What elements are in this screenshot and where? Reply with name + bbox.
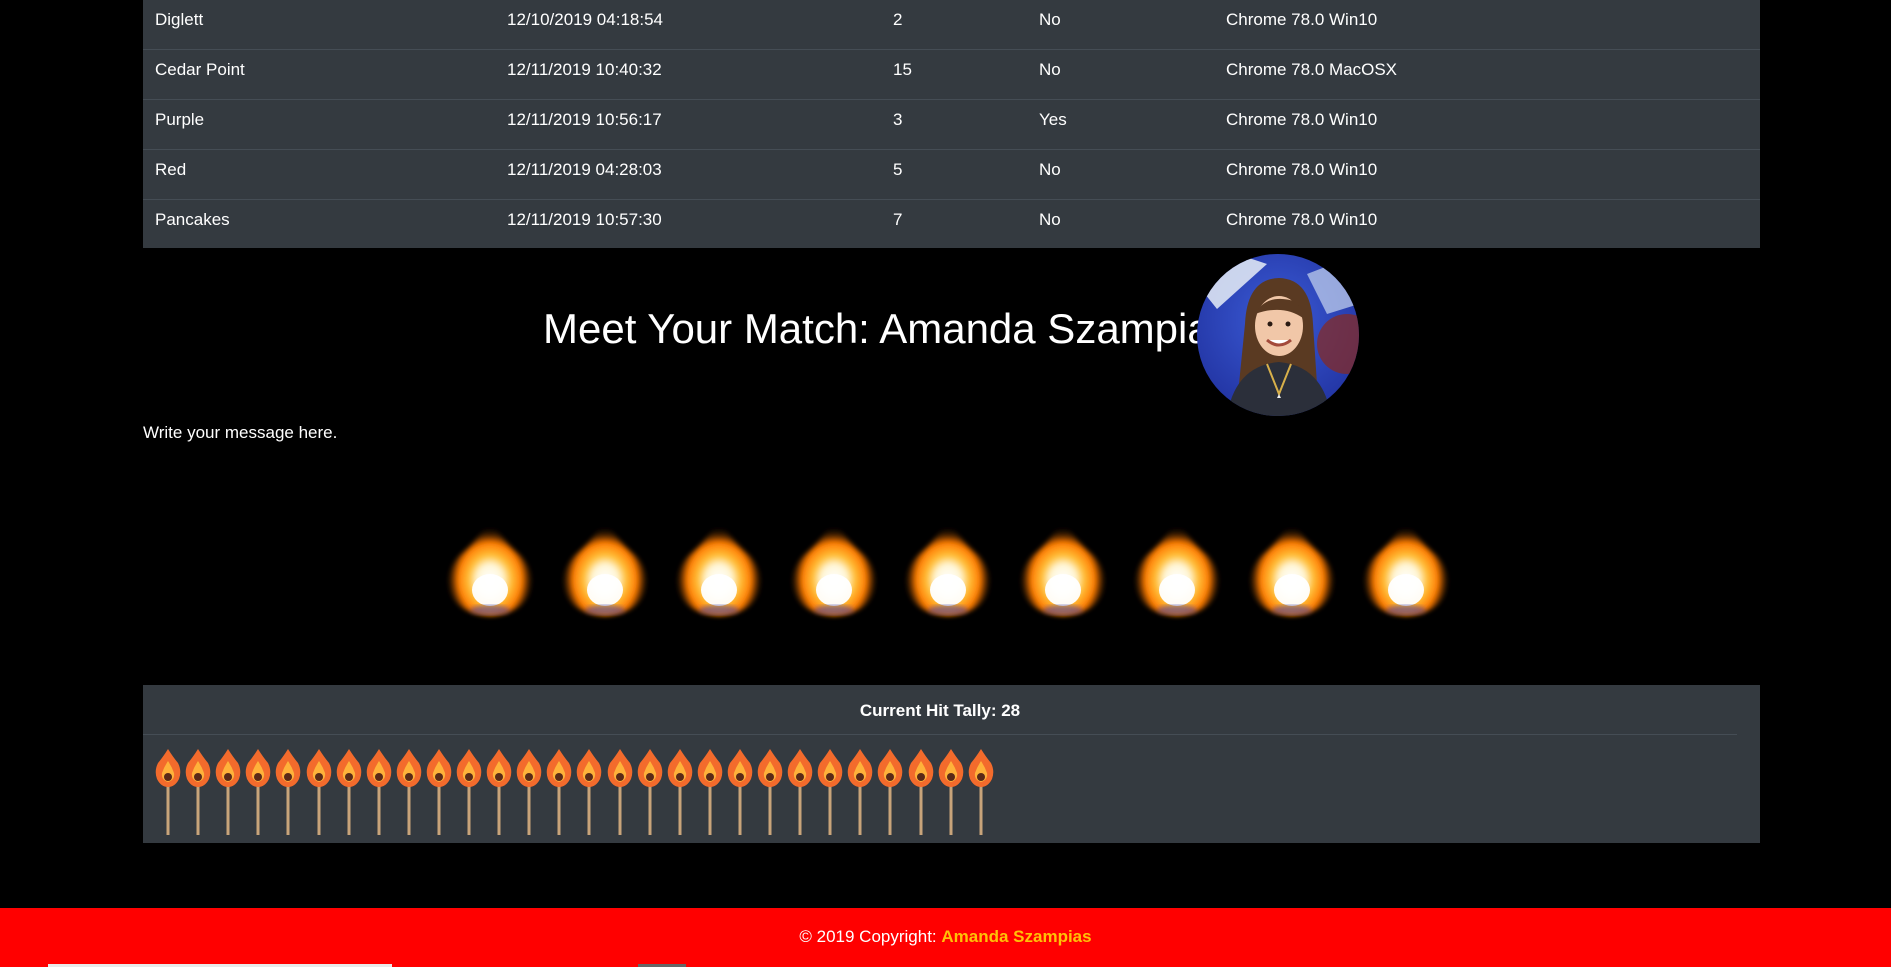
table-cell-flag: No (1039, 160, 1061, 179)
table-cell-browser: Chrome 78.0 MacOSX (1226, 60, 1398, 79)
match-stick-icon (364, 747, 394, 835)
match-stick-icon (936, 747, 966, 835)
table-cell-count: 15 (893, 60, 912, 79)
table-cell-count: 2 (893, 10, 903, 29)
match-stick-icon (665, 747, 695, 835)
table-cell-count: 7 (893, 210, 903, 229)
match-stick-icon (304, 747, 334, 835)
table-cell-count: 3 (893, 110, 903, 129)
table-cell-flag: Yes (1039, 110, 1067, 129)
table-cell-name: Purple (155, 110, 205, 129)
match-stick-icon (845, 747, 875, 835)
submissions-table: Diglett 12/10/2019 04:18:54 2 No Chrome 78.0… (143, 0, 1760, 248)
table-row: Diglett 12/10/2019 04:18:54 2 No Chrome 78.0… (143, 0, 1760, 50)
match-stick-icon (544, 747, 574, 835)
match-stick-icon (153, 747, 183, 835)
tally-panel: Current Hit Tally: 28 (143, 685, 1760, 843)
match-stick-icon (635, 747, 665, 835)
match-stick-icon (605, 747, 635, 835)
flame-icon (1127, 510, 1227, 630)
table-cell-date: 12/11/2019 10:40:32 (507, 60, 662, 79)
match-stick-icon (273, 747, 303, 835)
match-stick-icon (484, 747, 514, 835)
table-cell-date: 12/11/2019 10:57:30 (507, 210, 662, 229)
flame-icon (555, 510, 655, 630)
table-cell-date: 12/11/2019 04:28:03 (507, 160, 662, 179)
profile-avatar (1197, 254, 1359, 416)
flames-row (440, 510, 1460, 630)
table-row: Cedar Point 12/11/2019 10:40:32 15 No Chrome… (143, 50, 1760, 100)
match-stick-icon (514, 747, 544, 835)
table-cell-browser: Chrome 78.0 Win10 (1226, 210, 1378, 229)
table-cell-flag: No (1039, 60, 1061, 79)
match-stick-icon (755, 747, 785, 835)
table-cell-flag: No (1039, 210, 1061, 229)
flame-icon (898, 510, 998, 630)
footer-author-link[interactable]: Amanda Szampias (941, 927, 1091, 946)
match-stick-icon (334, 747, 364, 835)
table-cell-date: 12/11/2019 10:56:17 (507, 110, 662, 129)
table-cell-flag: No (1039, 10, 1061, 29)
table-cell-browser: Chrome 78.0 Win10 (1226, 110, 1378, 129)
match-stick-icon (725, 747, 755, 835)
flame-icon (784, 510, 884, 630)
flame-icon (440, 510, 540, 630)
table-cell-name: Diglett (155, 10, 204, 29)
table-row: Red 12/11/2019 04:28:03 5 No Chrome 78.0 Win… (143, 150, 1760, 200)
match-title: Meet Your Match: Amanda Szampias (543, 305, 1232, 352)
flame-icon (1242, 510, 1342, 630)
match-section: Meet Your Match: Amanda Szampias (0, 250, 1891, 420)
match-stick-icon (183, 747, 213, 835)
match-stick-icon (695, 747, 725, 835)
table-cell-name: Cedar Point (155, 60, 245, 79)
footer: © 2019 Copyright: Amanda Szampias (0, 908, 1891, 967)
table-cell-date: 12/10/2019 04:18:54 (507, 10, 663, 29)
table-cell-name: Red (155, 160, 187, 179)
match-stick-icon (394, 747, 424, 835)
match-stick-icon (454, 747, 484, 835)
tally-label: Current Hit Tally: 28 (143, 685, 1737, 735)
match-stick-icon (785, 747, 815, 835)
footer-copyright: © 2019 Copyright: (799, 927, 942, 946)
match-stick-icon (966, 747, 996, 835)
flame-icon (1013, 510, 1113, 630)
match-stick-icon (815, 747, 845, 835)
flame-icon (669, 510, 769, 630)
table-cell-count: 5 (893, 160, 903, 179)
match-stick-icon (424, 747, 454, 835)
table-cell-browser: Chrome 78.0 Win10 (1226, 160, 1378, 179)
match-stick-icon (213, 747, 243, 835)
table-cell-browser: Chrome 78.0 Win10 (1226, 10, 1378, 29)
match-stick-icon (243, 747, 273, 835)
tally-matches (153, 747, 1153, 835)
match-stick-icon (906, 747, 936, 835)
match-stick-icon (574, 747, 604, 835)
table-cell-name: Pancakes (155, 210, 230, 229)
message-text: Write your message here. (143, 423, 338, 442)
flame-icon (1356, 510, 1456, 630)
match-stick-icon (875, 747, 905, 835)
table-row: Pancakes 12/11/2019 10:57:30 7 No Chrome 78.… (143, 200, 1760, 248)
table-row: Purple 12/11/2019 10:56:17 3 Yes Chrome 78.0… (143, 100, 1760, 150)
